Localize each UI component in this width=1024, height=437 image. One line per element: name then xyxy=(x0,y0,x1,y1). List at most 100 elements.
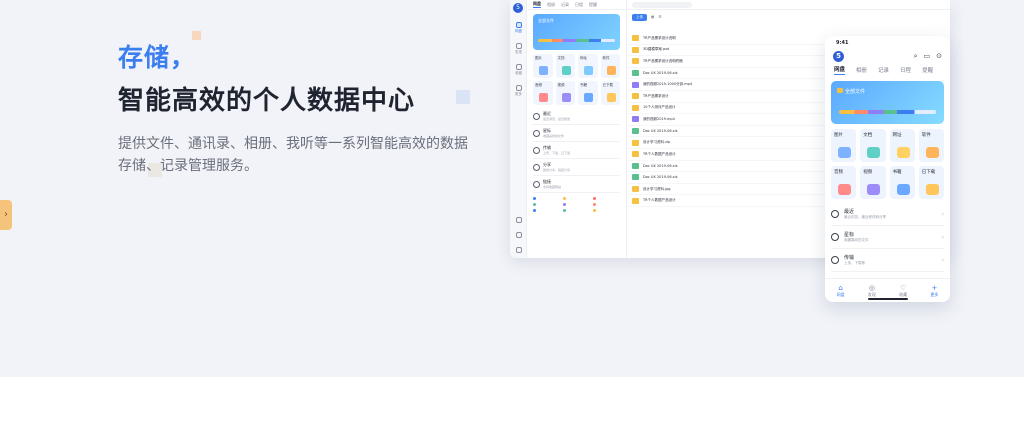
tag-dot[interactable] xyxy=(533,209,560,213)
image-icon xyxy=(838,147,851,158)
storage-usage-bar xyxy=(839,110,936,114)
software-icon xyxy=(606,66,616,75)
category-tile[interactable]: 软件 xyxy=(918,129,944,162)
rail-item[interactable]: 收藏 xyxy=(510,64,527,76)
all-files-card[interactable]: 全部文件 xyxy=(533,14,620,50)
book-icon xyxy=(584,93,593,102)
phone-list-item[interactable]: 传输 上传、下载等 › xyxy=(831,249,944,272)
search-input[interactable] xyxy=(632,1,692,8)
video-icon xyxy=(561,93,571,102)
list-item-sub: 上传、下载等 xyxy=(844,261,865,265)
tab-records[interactable]: 记录 xyxy=(878,66,889,74)
file-name: TR产品需求设计说明终稿 xyxy=(643,58,683,63)
category-label: 音频 xyxy=(834,170,843,175)
tab-schedule[interactable]: 日程 xyxy=(575,2,583,8)
rail-item[interactable] xyxy=(510,232,527,238)
phone-list-item[interactable]: 最近 最近浏览、最近修改和分享 › xyxy=(831,203,944,226)
tab-schedule[interactable]: 日程 xyxy=(900,66,911,74)
category-tile[interactable]: 视频 xyxy=(860,166,886,199)
category-tile[interactable]: 已下载 xyxy=(918,166,944,199)
category-tile[interactable]: 图片 xyxy=(533,54,553,78)
nav-more[interactable]: + 更多 xyxy=(930,284,938,298)
grid-view-icon[interactable]: ▦ xyxy=(651,15,654,19)
category-tile[interactable]: 网址 xyxy=(889,129,915,162)
category-tile[interactable]: 软件 xyxy=(600,54,620,78)
nav-favorites[interactable]: ♡ 收藏 xyxy=(899,284,907,298)
list-view-icon[interactable]: ☰ xyxy=(658,15,661,19)
document-icon xyxy=(561,66,571,75)
category-label: 书籍 xyxy=(580,83,587,87)
rail-item[interactable] xyxy=(510,247,527,253)
tag-dot[interactable] xyxy=(533,203,560,207)
file-icon xyxy=(632,104,639,111)
image-icon xyxy=(539,66,548,75)
tag-dot[interactable] xyxy=(593,209,620,213)
nav-discover[interactable]: ◎ 发现 xyxy=(868,284,876,298)
left-list-item[interactable]: 链接 支持收藏网站 xyxy=(533,176,620,193)
file-icon xyxy=(632,162,639,169)
category-tile[interactable]: 书籍 xyxy=(578,81,598,105)
tag-dot[interactable] xyxy=(563,209,590,213)
left-list-item[interactable]: 最近 最近浏览、最近修改 xyxy=(533,108,620,125)
storage-usage-bar xyxy=(538,39,615,42)
category-tile[interactable]: 文档 xyxy=(555,54,575,78)
link-icon xyxy=(584,66,593,75)
rail-item[interactable]: 发现 xyxy=(510,43,527,55)
tab-album[interactable]: 相册 xyxy=(856,66,867,74)
heart-icon: ♡ xyxy=(899,283,907,292)
upload-button[interactable]: 上传 xyxy=(632,13,647,21)
file-name: TR个人数据产品设计 xyxy=(643,151,676,156)
list-item-sub: 我的分享、链接分享 xyxy=(543,168,571,172)
file-name: 10个人测评产品设计 xyxy=(643,105,676,110)
more-icon[interactable]: ⊙ xyxy=(936,52,942,61)
message-icon[interactable]: ▭ xyxy=(924,52,931,61)
headline-description: 提供文件、通讯录、相册、我听等一系列智能高效的数据存储、记录管理服务。 xyxy=(118,136,468,174)
tab-reminder[interactable]: 提醒 xyxy=(589,2,597,8)
left-list-item[interactable]: 分享 我的分享、链接分享 xyxy=(533,159,620,176)
category-tile[interactable]: 图片 xyxy=(831,129,857,162)
tab-netdisk[interactable]: 网盘 xyxy=(533,1,541,8)
category-tile[interactable]: 网址 xyxy=(578,54,598,78)
tag-dot[interactable] xyxy=(593,203,620,207)
tab-reminder[interactable]: 提醒 xyxy=(922,66,933,74)
tag-dot[interactable] xyxy=(563,203,590,207)
category-label: 已下载 xyxy=(602,83,614,87)
category-tile[interactable]: 视频 xyxy=(555,81,575,105)
rail-item[interactable] xyxy=(510,217,527,223)
category-tile[interactable]: 音频 xyxy=(831,166,857,199)
search-icon[interactable]: ⌕ xyxy=(914,52,918,61)
side-expand-tab[interactable]: › xyxy=(0,200,12,230)
tag-dot[interactable] xyxy=(593,197,620,201)
tag-dot[interactable] xyxy=(563,197,590,201)
left-list-item[interactable]: 星标 收藏喜欢的文件 xyxy=(533,125,620,142)
tab-album[interactable]: 相册 xyxy=(547,2,555,8)
desktop-left-panel: 网盘 相册 记录 日程 提醒 全部文件 图片 文档 网址 软件 音频 视频 书籍… xyxy=(528,0,625,258)
category-tile[interactable]: 文档 xyxy=(860,129,886,162)
category-tile[interactable]: 书籍 xyxy=(889,166,915,199)
phone-header: 5 ⌕ ▭ ⊙ xyxy=(825,48,950,64)
nav-label: 更多 xyxy=(930,291,939,297)
category-tile[interactable]: 音频 xyxy=(533,81,553,105)
category-grid: 图片 文档 网址 软件 音频 视频 书籍 已下载 xyxy=(533,54,620,105)
nav-netdisk[interactable]: ⌂ 网盘 xyxy=(837,284,845,298)
phone-list-item[interactable]: 星标 收藏喜欢的文件 › xyxy=(831,226,944,249)
desktop-rail: 5 网盘 发现 收藏 更多 xyxy=(510,0,527,258)
file-icon xyxy=(632,186,639,193)
headline-title: 智能高效的个人数据中心 xyxy=(118,86,416,116)
all-files-card[interactable]: 全部文件 xyxy=(831,81,944,124)
chevron-right-icon: › xyxy=(941,256,944,264)
tab-netdisk[interactable]: 网盘 xyxy=(834,65,846,75)
rail-item[interactable]: 更多 xyxy=(510,85,527,97)
list-item-sub: 收藏喜欢的文件 xyxy=(543,134,565,138)
compass-icon xyxy=(515,43,522,49)
category-tile[interactable]: 已下载 xyxy=(600,81,620,105)
category-label: 文档 xyxy=(863,133,873,138)
rail-item[interactable]: 网盘 xyxy=(510,22,527,34)
category-label: 网址 xyxy=(892,133,902,138)
left-list-item[interactable]: 传输 上传、下载、云下载 xyxy=(533,142,620,159)
tab-records[interactable]: 记录 xyxy=(561,2,569,8)
breadcrumb[interactable] xyxy=(627,24,950,33)
file-icon xyxy=(632,35,639,42)
tag-dot[interactable] xyxy=(533,197,560,201)
file-name: TR个人数据产品设计 xyxy=(643,198,676,203)
